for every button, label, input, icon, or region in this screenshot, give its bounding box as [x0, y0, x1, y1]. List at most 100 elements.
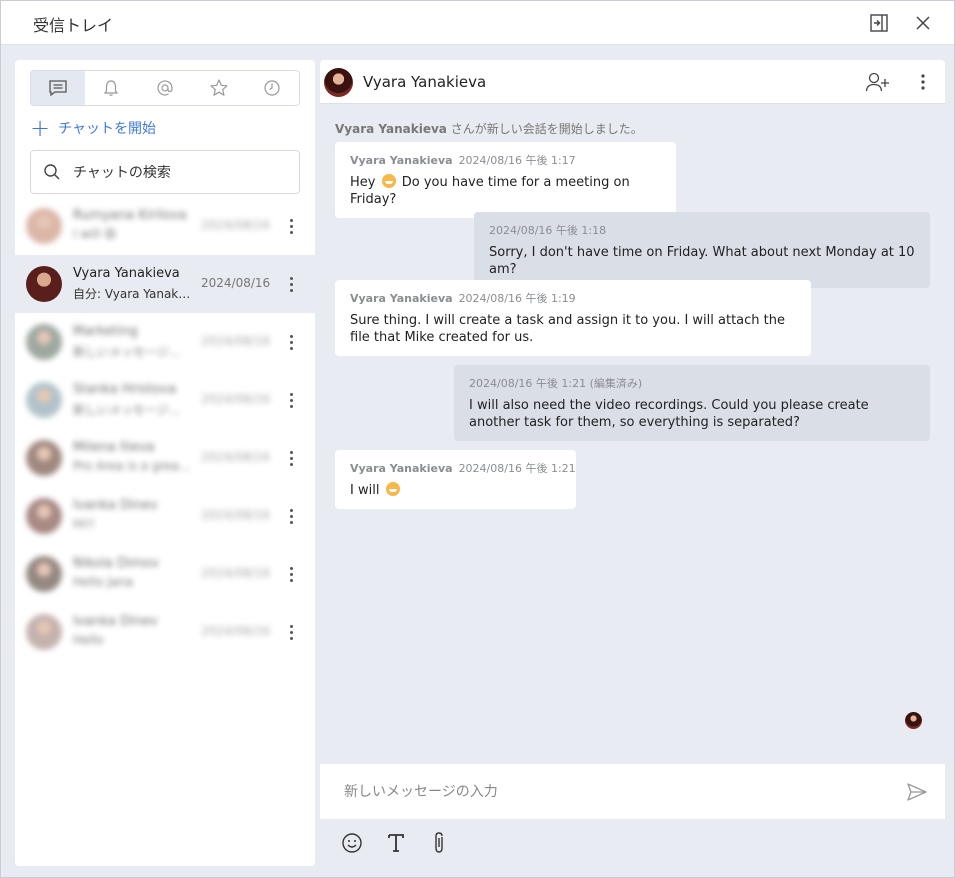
dot — [289, 456, 293, 460]
dot — [289, 514, 293, 518]
incoming-message[interactable]: Vyara Yanakieva 2024/08/16 午後 1:21 I will — [335, 450, 576, 509]
chat-item-menu-button[interactable] — [283, 562, 299, 586]
chat-item-name: Milena Ilieva — [73, 440, 155, 455]
close-button[interactable] — [911, 11, 935, 35]
chat-item-content: Rumyana Kirilova I will 😄 2024/08/16 — [15, 197, 275, 255]
chat-list-item[interactable]: Milena Ilieva Pro Area is a great image 20… — [15, 429, 315, 487]
tab-mentions[interactable] — [138, 71, 192, 105]
chat-item-content: Marketing 新しいメッセージを... 2024/08/16 — [15, 313, 275, 371]
attach-file-button[interactable] — [427, 831, 451, 855]
chat-item-last-message: 自分: Vyara Yanakieva... — [73, 287, 191, 301]
message-text-part: Sorry, I don't have time on Friday. What… — [489, 245, 915, 277]
message-author: Vyara Yanakieva — [350, 462, 453, 475]
more-vertical-icon — [921, 74, 925, 90]
message-text: Hey Do you have time for a meeting on Fr… — [350, 174, 661, 208]
avatar — [26, 266, 62, 302]
message-time: 2024/08/16 午後 1:21 (編集済み) — [469, 377, 643, 390]
tab-chats[interactable] — [31, 71, 85, 105]
chat-list-item[interactable]: Ivanka Dinev Hi!! 2024/08/16 — [15, 487, 315, 545]
chat-item-date: 2024/08/16 — [201, 624, 271, 638]
chat-item-menu-button[interactable] — [283, 388, 299, 412]
message-text-part: Sure thing. I will create a task and ass… — [350, 313, 786, 345]
contact-avatar[interactable] — [324, 68, 353, 97]
dot — [289, 398, 293, 402]
tab-notifications[interactable] — [85, 71, 139, 105]
chat-item-menu-button[interactable] — [283, 620, 299, 644]
dot — [289, 624, 293, 628]
start-chat-link[interactable]: + チャットを開始 — [30, 116, 156, 140]
avatar — [26, 208, 62, 244]
message-text-part: I will also need the video recordings. C… — [469, 398, 869, 430]
chat-item-menu-button[interactable] — [283, 446, 299, 470]
chat-item-menu-button[interactable] — [283, 272, 299, 296]
dock-button[interactable] — [867, 11, 891, 35]
star-icon — [209, 79, 228, 96]
chat-item-menu-button[interactable] — [283, 504, 299, 528]
chat-item-date: 2024/08/16 — [201, 334, 271, 348]
dot — [289, 218, 293, 222]
window-title: 受信トレイ — [33, 16, 114, 35]
message-input[interactable] — [344, 781, 884, 803]
chat-item-last-message: Hello — [73, 633, 104, 647]
close-icon — [916, 16, 930, 30]
chat-item-name: Ivanka Dinev — [73, 614, 158, 629]
chat-list-item[interactable]: Rumyana Kirilova I will 😄 2024/08/16 — [15, 197, 315, 255]
chat-item-last-message: I will 😄 — [73, 227, 117, 241]
chat-list-panel: + チャットを開始 チャットの検索 Rumyana Kirilova I will… — [15, 60, 315, 866]
dot — [289, 578, 293, 582]
grin-emoji-icon — [381, 174, 396, 188]
message-meta: Vyara Yanakieva 2024/08/16 午後 1:21 — [350, 460, 576, 476]
chat-item-name: Vyara Yanakieva — [73, 266, 180, 281]
conversation-menu-button[interactable] — [910, 70, 936, 94]
outgoing-message[interactable]: 2024/08/16 午後 1:21 (編集済み) I will also nee… — [454, 365, 930, 441]
chat-list-item[interactable]: Marketing 新しいメッセージを... 2024/08/16 — [15, 313, 315, 371]
send-icon — [907, 783, 927, 801]
chat-item-name: Marketing — [73, 324, 138, 339]
chat-search-field[interactable]: チャットの検索 — [30, 150, 300, 194]
chat-item-menu-button[interactable] — [283, 330, 299, 354]
at-icon — [157, 80, 173, 96]
emoji-button[interactable] — [340, 831, 364, 855]
dock-icon — [870, 14, 888, 32]
add-participant-button[interactable] — [865, 70, 891, 94]
dot — [289, 572, 293, 576]
message-text-part: I will — [350, 483, 384, 498]
tab-recent[interactable] — [245, 71, 299, 105]
conversation-panel: Vyara Yanakieva Vyara Yanakieva さんが新しい会話… — [320, 60, 945, 866]
message-time: 2024/08/16 午後 1:17 — [458, 154, 576, 167]
chat-list-item[interactable]: Vyara Yanakieva 自分: Vyara Yanakieva... 202… — [15, 255, 315, 313]
dot — [289, 346, 293, 350]
chat-list-item[interactable]: Ivanka Dinev Hello 2024/08/16 — [15, 603, 315, 661]
inbox-window: 受信トレイ + チャットを開始 チャットの検索 Rumyana Kirilova… — [0, 0, 955, 878]
avatar — [26, 324, 62, 360]
filter-tabs — [30, 70, 300, 106]
message-meta: 2024/08/16 午後 1:18 — [489, 222, 915, 238]
search-placeholder: チャットの検索 — [73, 165, 171, 181]
dot — [289, 230, 293, 234]
message-time: 2024/08/16 午後 1:19 — [458, 292, 576, 305]
message-text: Sure thing. I will create a task and ass… — [350, 312, 796, 346]
text-format-button[interactable] — [384, 831, 408, 855]
read-receipt-avatar — [905, 712, 922, 729]
chat-item-menu-button[interactable] — [283, 214, 299, 238]
chat-item-last-message: Hello Jana — [73, 575, 134, 589]
message-meta: Vyara Yanakieva 2024/08/16 午後 1:17 — [350, 152, 661, 168]
composer-toolbar — [320, 819, 945, 866]
chat-list-item[interactable]: Stanka Hristova 新しいメッセージ... 2024/08/16 — [15, 371, 315, 429]
tab-favorites[interactable] — [192, 71, 246, 105]
message-text: Sorry, I don't have time on Friday. What… — [489, 244, 915, 278]
send-button[interactable] — [906, 781, 928, 803]
outgoing-message[interactable]: 2024/08/16 午後 1:18 Sorry, I don't have ti… — [474, 212, 930, 288]
chat-item-content: Stanka Hristova 新しいメッセージ... 2024/08/16 — [15, 371, 275, 429]
contact-name: Vyara Yanakieva — [363, 73, 487, 91]
title-bar: 受信トレイ — [1, 1, 954, 45]
dot — [289, 462, 293, 466]
dot — [289, 224, 293, 228]
chat-item-name: Rumyana Kirilova — [73, 208, 187, 223]
message-author: Vyara Yanakieva — [350, 292, 453, 305]
chat-list-item[interactable]: Nikola Dimov Hello Jana 2024/08/16 — [15, 545, 315, 603]
incoming-message[interactable]: Vyara Yanakieva 2024/08/16 午後 1:19 Sure th… — [335, 280, 811, 356]
incoming-message[interactable]: Vyara Yanakieva 2024/08/16 午後 1:17 Hey Do … — [335, 142, 676, 218]
message-meta: Vyara Yanakieva 2024/08/16 午後 1:19 — [350, 290, 796, 306]
grin-emoji-icon — [385, 482, 400, 496]
